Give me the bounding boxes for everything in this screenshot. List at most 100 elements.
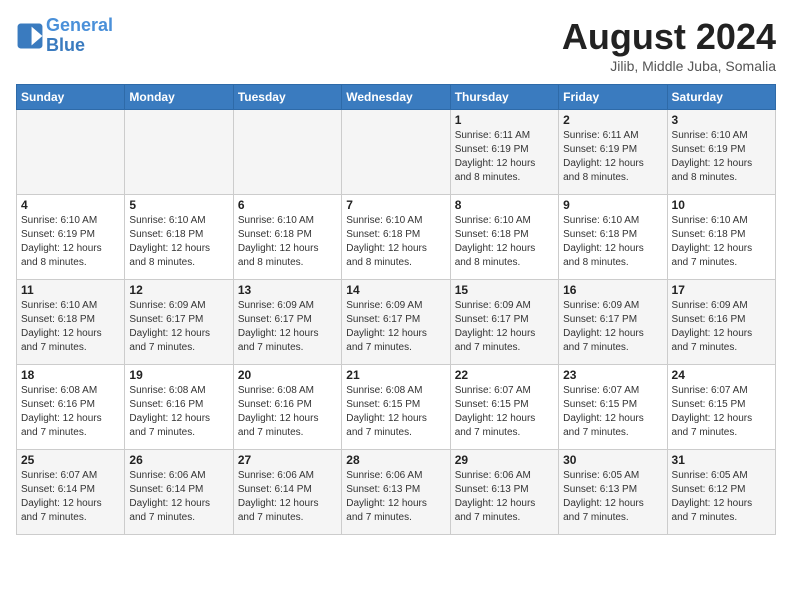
day-info: Sunrise: 6:06 AM Sunset: 6:14 PM Dayligh… (238, 469, 337, 525)
calendar-cell: 23Sunrise: 6:07 AM Sunset: 6:15 PM Dayli… (559, 365, 667, 450)
days-of-week-row: SundayMondayTuesdayWednesdayThursdayFrid… (17, 85, 776, 110)
calendar-cell: 22 Sunrise: 6:07 AM Sunset: 6:15 PM Dayli… (450, 365, 558, 450)
calendar-week-row: 4 Sunrise: 6:10 AM Sunset: 6:19 PM Daylig… (17, 195, 776, 280)
calendar-cell (17, 110, 125, 195)
day-info: Sunrise: 6:10 AM Sunset: 6:18 PM Dayligh… (672, 214, 771, 270)
calendar-cell: 3 Sunrise: 6:10 AM Sunset: 6:19 PM Daylig… (667, 110, 775, 195)
day-number: 22 (455, 368, 554, 382)
day-number: 13 (238, 283, 337, 297)
day-info: Sunrise: 6:10 AM Sunset: 6:19 PM Dayligh… (672, 129, 771, 185)
day-info: Sunrise: 6:10 AM Sunset: 6:18 PM Dayligh… (563, 214, 662, 270)
day-info: Sunrise: 6:08 AM Sunset: 6:16 PM Dayligh… (21, 384, 120, 440)
day-info: Sunrise: 6:09 AM Sunset: 6:16 PM Dayligh… (672, 299, 771, 355)
calendar-title: August 2024 (562, 16, 776, 58)
calendar-cell: 9 Sunrise: 6:10 AM Sunset: 6:18 PM Daylig… (559, 195, 667, 280)
calendar-cell: 16Sunrise: 6:09 AM Sunset: 6:17 PM Dayli… (559, 280, 667, 365)
day-number: 1 (455, 113, 554, 127)
day-number: 21 (346, 368, 445, 382)
calendar-cell: 20 Sunrise: 6:08 AM Sunset: 6:16 PM Dayli… (233, 365, 341, 450)
logo-general: General (46, 15, 113, 35)
calendar-cell (125, 110, 233, 195)
day-info: Sunrise: 6:08 AM Sunset: 6:16 PM Dayligh… (238, 384, 337, 440)
calendar-subtitle: Jilib, Middle Juba, Somalia (562, 58, 776, 74)
title-area: August 2024 Jilib, Middle Juba, Somalia (562, 16, 776, 74)
calendar-cell (342, 110, 450, 195)
calendar-cell: 28 Sunrise: 6:06 AM Sunset: 6:13 PM Dayli… (342, 450, 450, 535)
calendar-cell: 24Sunrise: 6:07 AM Sunset: 6:15 PM Dayli… (667, 365, 775, 450)
day-number: 23 (563, 368, 662, 382)
day-number: 14 (346, 283, 445, 297)
day-info: Sunrise: 6:10 AM Sunset: 6:18 PM Dayligh… (129, 214, 228, 270)
day-number: 10 (672, 198, 771, 212)
calendar-cell: 11Sunrise: 6:10 AM Sunset: 6:18 PM Dayli… (17, 280, 125, 365)
day-info: Sunrise: 6:06 AM Sunset: 6:14 PM Dayligh… (129, 469, 228, 525)
day-info: Sunrise: 6:07 AM Sunset: 6:15 PM Dayligh… (455, 384, 554, 440)
calendar-cell: 21Sunrise: 6:08 AM Sunset: 6:15 PM Dayli… (342, 365, 450, 450)
calendar-cell: 4 Sunrise: 6:10 AM Sunset: 6:19 PM Daylig… (17, 195, 125, 280)
calendar-table: SundayMondayTuesdayWednesdayThursdayFrid… (16, 84, 776, 535)
day-number: 12 (129, 283, 228, 297)
day-of-week-header: Wednesday (342, 85, 450, 110)
calendar-cell: 31Sunrise: 6:05 AM Sunset: 6:12 PM Dayli… (667, 450, 775, 535)
calendar-cell: 1 Sunrise: 6:11 AM Sunset: 6:19 PM Daylig… (450, 110, 558, 195)
day-info: Sunrise: 6:11 AM Sunset: 6:19 PM Dayligh… (563, 129, 662, 185)
day-of-week-header: Monday (125, 85, 233, 110)
day-info: Sunrise: 6:05 AM Sunset: 6:12 PM Dayligh… (672, 469, 771, 525)
day-number: 30 (563, 453, 662, 467)
calendar-cell: 5 Sunrise: 6:10 AM Sunset: 6:18 PM Daylig… (125, 195, 233, 280)
day-number: 27 (238, 453, 337, 467)
calendar-cell: 30Sunrise: 6:05 AM Sunset: 6:13 PM Dayli… (559, 450, 667, 535)
day-info: Sunrise: 6:10 AM Sunset: 6:18 PM Dayligh… (238, 214, 337, 270)
day-number: 5 (129, 198, 228, 212)
calendar-cell: 8Sunrise: 6:10 AM Sunset: 6:18 PM Daylig… (450, 195, 558, 280)
day-info: Sunrise: 6:07 AM Sunset: 6:14 PM Dayligh… (21, 469, 120, 525)
logo-blue: Blue (46, 35, 85, 55)
day-info: Sunrise: 6:11 AM Sunset: 6:19 PM Dayligh… (455, 129, 554, 185)
calendar-cell: 2 Sunrise: 6:11 AM Sunset: 6:19 PM Daylig… (559, 110, 667, 195)
day-of-week-header: Saturday (667, 85, 775, 110)
day-info: Sunrise: 6:09 AM Sunset: 6:17 PM Dayligh… (346, 299, 445, 355)
calendar-cell: 17 Sunrise: 6:09 AM Sunset: 6:16 PM Dayli… (667, 280, 775, 365)
day-number: 6 (238, 198, 337, 212)
day-info: Sunrise: 6:10 AM Sunset: 6:18 PM Dayligh… (346, 214, 445, 270)
logo: General Blue (16, 16, 113, 56)
day-number: 7 (346, 198, 445, 212)
calendar-cell: 26Sunrise: 6:06 AM Sunset: 6:14 PM Dayli… (125, 450, 233, 535)
day-info: Sunrise: 6:09 AM Sunset: 6:17 PM Dayligh… (455, 299, 554, 355)
day-info: Sunrise: 6:08 AM Sunset: 6:16 PM Dayligh… (129, 384, 228, 440)
day-number: 15 (455, 283, 554, 297)
calendar-cell: 27 Sunrise: 6:06 AM Sunset: 6:14 PM Dayli… (233, 450, 341, 535)
day-number: 18 (21, 368, 120, 382)
day-number: 2 (563, 113, 662, 127)
calendar-cell: 10 Sunrise: 6:10 AM Sunset: 6:18 PM Dayli… (667, 195, 775, 280)
day-of-week-header: Tuesday (233, 85, 341, 110)
day-number: 20 (238, 368, 337, 382)
day-number: 8 (455, 198, 554, 212)
calendar-cell: 14 Sunrise: 6:09 AM Sunset: 6:17 PM Dayli… (342, 280, 450, 365)
day-number: 17 (672, 283, 771, 297)
calendar-week-row: 11Sunrise: 6:10 AM Sunset: 6:18 PM Dayli… (17, 280, 776, 365)
day-number: 3 (672, 113, 771, 127)
day-number: 9 (563, 198, 662, 212)
day-number: 11 (21, 283, 120, 297)
calendar-week-row: 18 Sunrise: 6:08 AM Sunset: 6:16 PM Dayli… (17, 365, 776, 450)
day-info: Sunrise: 6:06 AM Sunset: 6:13 PM Dayligh… (346, 469, 445, 525)
day-number: 25 (21, 453, 120, 467)
day-info: Sunrise: 6:09 AM Sunset: 6:17 PM Dayligh… (563, 299, 662, 355)
day-info: Sunrise: 6:07 AM Sunset: 6:15 PM Dayligh… (672, 384, 771, 440)
calendar-week-row: 1 Sunrise: 6:11 AM Sunset: 6:19 PM Daylig… (17, 110, 776, 195)
calendar-cell: 29Sunrise: 6:06 AM Sunset: 6:13 PM Dayli… (450, 450, 558, 535)
day-of-week-header: Sunday (17, 85, 125, 110)
calendar-cell: 19Sunrise: 6:08 AM Sunset: 6:16 PM Dayli… (125, 365, 233, 450)
calendar-week-row: 25 Sunrise: 6:07 AM Sunset: 6:14 PM Dayli… (17, 450, 776, 535)
calendar-cell: 15 Sunrise: 6:09 AM Sunset: 6:17 PM Dayli… (450, 280, 558, 365)
day-number: 29 (455, 453, 554, 467)
day-number: 4 (21, 198, 120, 212)
logo-icon (16, 22, 44, 50)
day-of-week-header: Friday (559, 85, 667, 110)
calendar-cell: 12Sunrise: 6:09 AM Sunset: 6:17 PM Dayli… (125, 280, 233, 365)
calendar-cell: 25 Sunrise: 6:07 AM Sunset: 6:14 PM Dayli… (17, 450, 125, 535)
day-number: 28 (346, 453, 445, 467)
day-info: Sunrise: 6:10 AM Sunset: 6:19 PM Dayligh… (21, 214, 120, 270)
page-header: General Blue August 2024 Jilib, Middle J… (16, 16, 776, 74)
